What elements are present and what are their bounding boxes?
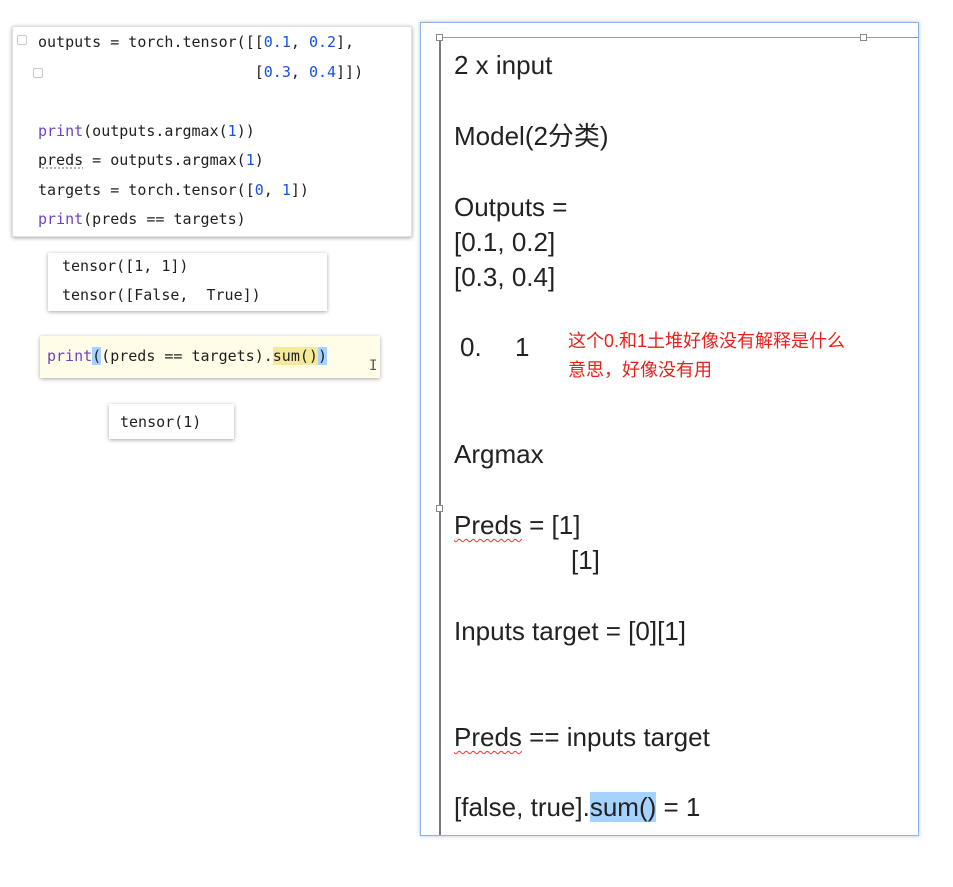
note-line: Preds == inputs target <box>454 722 710 752</box>
code-line-7: print(preds == targets) <box>38 210 246 228</box>
code-cell-2[interactable]: print((preds == targets).sum()) I <box>40 336 380 378</box>
annotation-comment: 意思，好像没有用 <box>568 360 712 380</box>
note-line: Model(2分类) <box>454 121 609 151</box>
note-line: Preds = [1] <box>454 510 581 540</box>
note-line: 1 <box>515 332 530 362</box>
annotation-comment: 这个0.和1土堆好像没有解释是什么 <box>568 331 846 351</box>
resize-handle-icon[interactable] <box>436 505 443 512</box>
resize-handle-icon[interactable] <box>860 34 867 41</box>
note-line: [1] <box>571 545 600 575</box>
fold-marker-icon[interactable] <box>17 35 27 45</box>
note-line: Argmax <box>454 439 544 469</box>
output-line: tensor(1) <box>120 413 202 431</box>
code-line-5: preds = outputs.argmax(1) <box>38 151 264 169</box>
code-line-2: [0.3, 0.4]]) <box>38 63 364 81</box>
code-line-1: outputs = torch.tensor([[0.1, 0.2], <box>38 33 355 51</box>
margin-line <box>439 35 441 835</box>
note-line: [0.3, 0.4] <box>454 262 556 292</box>
text-cursor-icon: I <box>369 358 378 374</box>
note-line: [false, true].sum() = 1 <box>454 792 701 822</box>
output-line: tensor([1, 1]) <box>62 257 189 275</box>
code-line: print((preds == targets).sum()) <box>47 347 327 365</box>
code-line-6: targets = torch.tensor([0, 1]) <box>38 181 309 199</box>
top-border-line <box>439 37 919 38</box>
note-line: Outputs = <box>454 192 568 222</box>
resize-handle-icon[interactable] <box>436 34 443 41</box>
note-line: [0.1, 0.2] <box>454 227 556 257</box>
note-line: 0. <box>460 332 482 362</box>
note-line: Inputs target = [0][1] <box>454 616 686 646</box>
output-cell-2: tensor(1) <box>109 404 234 439</box>
output-line: tensor([False, True]) <box>62 286 261 304</box>
code-cell[interactable]: outputs = torch.tensor([[0.1, 0.2], [0.3… <box>12 26 412 237</box>
notes-panel[interactable]: 2 x input Model(2分类) Outputs = [0.1, 0.2… <box>420 22 919 836</box>
note-line: 2 x input <box>454 50 553 80</box>
code-line-4: print(outputs.argmax(1)) <box>38 122 255 140</box>
output-cell: tensor([1, 1]) tensor([False, True]) <box>48 253 327 311</box>
